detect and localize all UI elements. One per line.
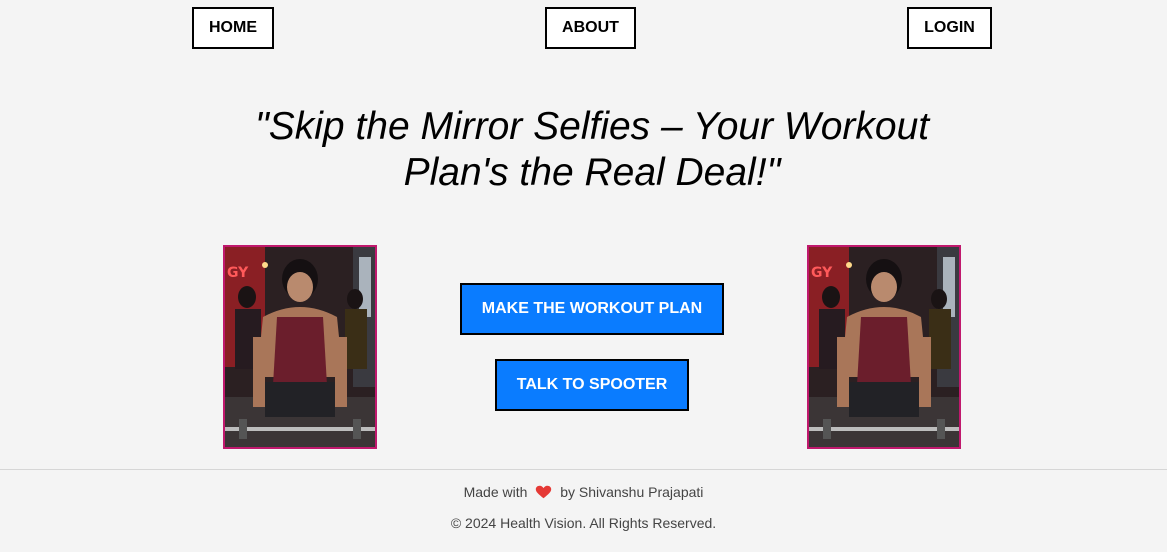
weightlifter-image: GY [809,247,959,447]
make-workout-plan-button[interactable]: MAKE THE WORKOUT PLAN [460,283,724,335]
svg-text:GY: GY [811,265,833,281]
nav-about-button[interactable]: ABOUT [545,7,636,49]
author-text: by Shivanshu Prajapati [560,484,704,500]
svg-text:GY: GY [227,265,249,281]
nav-home-button[interactable]: HOME [192,7,274,49]
tagline-line-2: Plan's the Real Deal!" [403,151,781,194]
nav-login-button[interactable]: LOGIN [907,7,992,49]
workout-photo-left: GY [223,245,377,449]
footer-credit: Made with by Shivanshu Prajapati [0,484,1167,500]
talk-to-spooter-button[interactable]: TALK TO SPOOTER [495,359,689,411]
made-with-text: Made with [463,484,528,500]
tagline-line-1: "Skip the Mirror Selfies – Your Workout [254,105,930,148]
page-tagline: "Skip the Mirror Selfies – Your Workout … [200,104,984,196]
page-footer: Made with by Shivanshu Prajapati © 2024 … [0,469,1167,552]
heart-icon [536,485,552,499]
copyright-text: © 2024 Health Vision. All Rights Reserve… [450,515,717,531]
workout-photo-right: GY [807,245,961,449]
weightlifter-image: GY [225,247,375,447]
